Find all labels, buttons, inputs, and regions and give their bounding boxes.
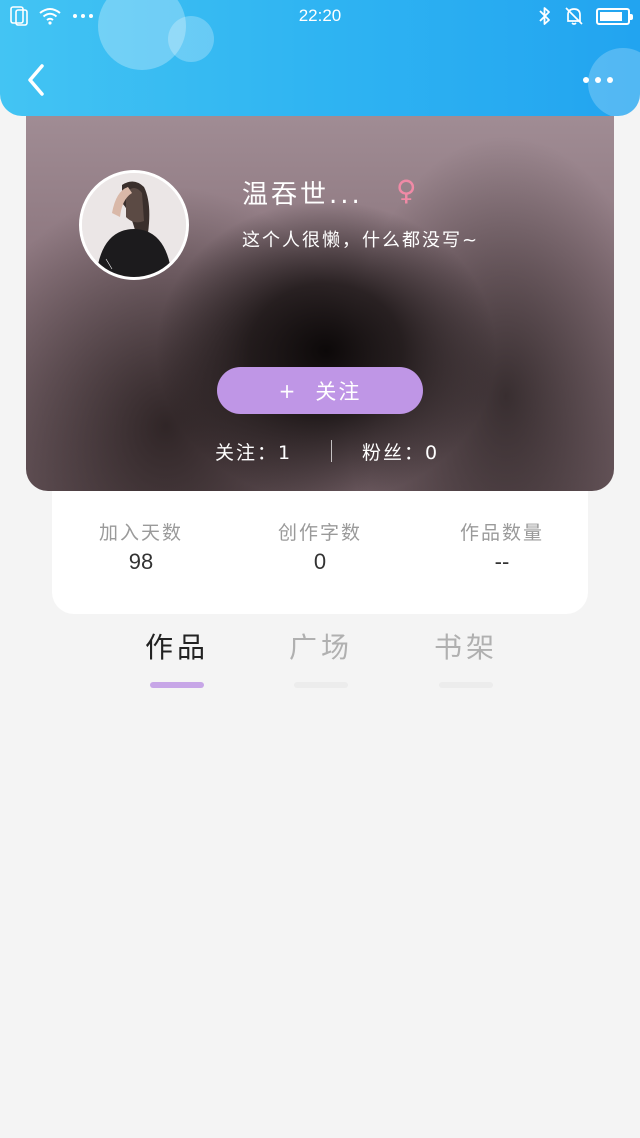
content-tabs: 作品 广场 书架 — [0, 626, 640, 696]
more-horizontal-icon-dot — [607, 77, 613, 83]
stat-value: -- — [494, 549, 510, 574]
fans-count[interactable]: 粉丝：0 — [362, 438, 439, 465]
stat-join-days: 加入天数 98 — [71, 518, 211, 575]
tab-bookshelf[interactable]: 书架 — [411, 626, 521, 688]
following-count[interactable]: 关注：1 — [215, 438, 292, 465]
status-bar: 22:20 — [0, 0, 640, 34]
battery-level — [600, 11, 622, 21]
status-right-icons — [538, 6, 633, 26]
tab-indicator — [294, 682, 348, 688]
follow-counts: 关注：1 粉丝：0 — [26, 436, 614, 466]
female-gender-icon: ♀ — [396, 174, 417, 207]
avatar-image — [82, 173, 186, 277]
tab-square[interactable]: 广场 — [266, 626, 376, 688]
stat-label: 加入天数 — [98, 522, 183, 544]
stat-value: 98 — [128, 549, 154, 574]
top-header: 22:20 — [0, 0, 640, 116]
bluetooth-icon — [539, 7, 550, 25]
more-options-button[interactable] — [578, 70, 618, 90]
tab-indicator — [439, 682, 493, 688]
stat-label: 作品数量 — [459, 522, 544, 544]
follow-button-label: 关注 — [315, 379, 362, 404]
battery-icon — [596, 7, 633, 25]
back-chevron-icon — [28, 64, 44, 96]
avatar[interactable] — [79, 170, 189, 280]
stat-word-count: 创作字数 0 — [250, 518, 390, 575]
stat-works-count: 作品数量 -- — [432, 518, 572, 575]
plus-icon: + — [278, 378, 298, 403]
stat-label: 创作字数 — [277, 522, 362, 544]
tab-works[interactable]: 作品 — [122, 626, 232, 688]
stats-card: 加入天数 98 创作字数 0 作品数量 -- — [52, 480, 588, 614]
counts-divider — [331, 440, 332, 462]
tab-label: 作品 — [144, 631, 209, 664]
stat-value: 0 — [313, 549, 327, 574]
follow-button[interactable]: + 关注 — [217, 367, 423, 414]
tab-label: 书架 — [433, 631, 498, 664]
nickname: 温吞世... — [242, 180, 363, 210]
bell-mute-icon — [565, 7, 583, 25]
bio-text: 这个人很懒，什么都没写~ — [242, 230, 480, 251]
tab-indicator — [150, 682, 204, 688]
profile-card: 温吞世... ♀ 这个人很懒，什么都没写~ + 关注 关注：1 粉丝：0 — [26, 96, 614, 491]
tab-content-area — [0, 700, 640, 1138]
back-button[interactable] — [22, 62, 52, 98]
more-horizontal-icon-dot — [595, 77, 601, 83]
tab-label: 广场 — [288, 631, 353, 664]
more-horizontal-icon-dot — [583, 77, 589, 83]
